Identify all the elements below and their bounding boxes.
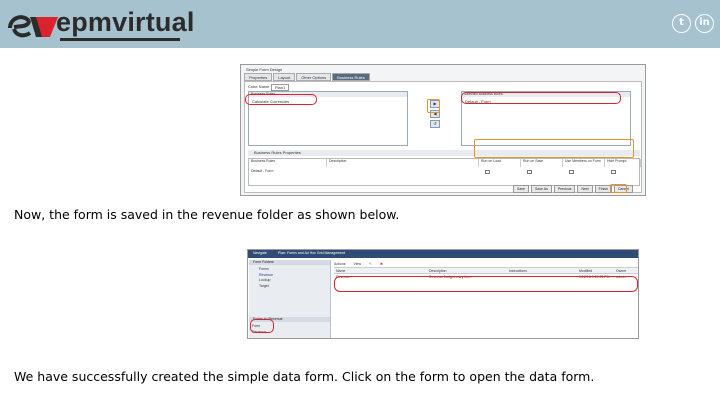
run-on-save-checkbox[interactable] xyxy=(527,170,532,174)
next-button[interactable]: Next xyxy=(577,185,593,193)
tab-layout[interactable]: Layout xyxy=(273,73,296,81)
column-use-members: Use Members on Form xyxy=(563,159,605,167)
caption-form-created: We have successfully created the simple … xyxy=(14,369,595,384)
edit-icon[interactable]: ✎ xyxy=(369,262,372,266)
tab-forms-management[interactable]: Plan: Forms and Ad Hoc Grid Management xyxy=(278,251,345,255)
linkedin-icon[interactable]: in xyxy=(695,14,714,33)
column-owner: Owner xyxy=(616,269,627,273)
logo-mark-icon xyxy=(8,15,58,38)
cube-label: Cube Name xyxy=(248,84,270,89)
column-name: Name xyxy=(336,269,346,273)
header-band: epmvirtual t in xyxy=(0,0,720,48)
save-button[interactable]: Save xyxy=(513,185,529,193)
cube-select[interactable]: Plan1 xyxy=(271,84,290,91)
column-description: Description xyxy=(327,159,479,167)
column-description: Description xyxy=(429,269,447,273)
column-hide-prompt: Hide Prompt xyxy=(605,159,641,167)
forms-folder-screenshot: Navigate Plan: Forms and Ad Hoc Grid Man… xyxy=(247,249,639,339)
form-tabs: Properties Layout Other Options Business… xyxy=(244,73,371,81)
actions-menu[interactable]: Actions xyxy=(334,262,345,266)
forms-toolbar: Actions View ✎ ✖ xyxy=(334,260,638,268)
highlight-add-button xyxy=(427,99,440,113)
rule-properties-table: Business Rules Description Run on Load R… xyxy=(248,158,641,186)
delete-icon[interactable]: ✖ xyxy=(380,262,383,266)
column-run-on-save: Run on Save xyxy=(521,159,563,167)
folder-tree: Forms Revenue Lookup Target xyxy=(249,267,330,289)
view-menu[interactable]: View xyxy=(353,262,361,266)
run-on-load-checkbox[interactable] xyxy=(485,170,490,174)
use-members-checkbox[interactable] xyxy=(569,170,574,174)
column-business-rules: Business Rules xyxy=(249,159,327,167)
highlight-finish-button xyxy=(610,184,627,193)
highlight-revenue-form-row xyxy=(334,276,638,292)
rule-row-name: Default - Form xyxy=(251,169,274,173)
highlight-selected-rule xyxy=(461,92,621,104)
form-design-title: Simple Form Design xyxy=(246,67,283,72)
logo-underline xyxy=(60,38,180,41)
twitter-icon[interactable]: t xyxy=(672,14,691,33)
highlight-folder-forms xyxy=(250,319,274,333)
tab-navigate[interactable]: Navigate xyxy=(253,251,267,255)
column-run-on-load: Run on Load xyxy=(479,159,521,167)
logo-text: epmvirtual xyxy=(56,7,195,37)
tree-item-target[interactable]: Target xyxy=(259,284,330,290)
caption-form-saved: Now, the form is saved in the revenue fo… xyxy=(14,207,400,222)
tab-business-rules[interactable]: Business Rules xyxy=(332,73,370,81)
business-rules-screenshot: Simple Form Design Properties Layout Oth… xyxy=(240,64,646,196)
workspace-topbar: Navigate Plan: Forms and Ad Hoc Grid Man… xyxy=(248,250,638,258)
highlight-rule-options xyxy=(474,139,634,158)
remove-all-button[interactable]: ↺ xyxy=(430,120,440,128)
column-instructions: Instructions xyxy=(509,269,527,273)
previous-button[interactable]: Previous xyxy=(553,185,576,193)
column-modified: Modified xyxy=(579,269,593,273)
tab-properties[interactable]: Properties xyxy=(244,73,273,81)
save-as-button[interactable]: Save As xyxy=(530,185,552,193)
form-folders-header: Form Folders xyxy=(249,260,330,265)
tab-other-options[interactable]: Other Options xyxy=(296,73,332,81)
highlight-available-rule xyxy=(245,94,317,105)
forms-list-panel: Actions View ✎ ✖ Name Description Instru… xyxy=(334,260,638,338)
hide-prompt-checkbox[interactable] xyxy=(611,170,616,174)
